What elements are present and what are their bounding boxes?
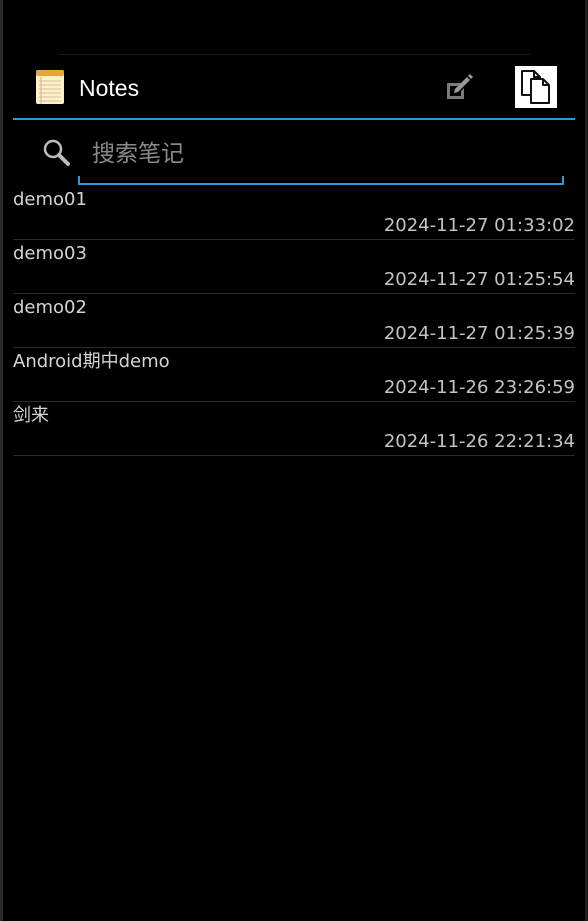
paste-button[interactable] bbox=[515, 66, 557, 108]
paste-icon bbox=[521, 70, 550, 104]
app-title: Notes bbox=[79, 75, 140, 101]
compose-icon bbox=[447, 74, 473, 99]
note-title: demo03 bbox=[13, 243, 87, 264]
note-title: demo02 bbox=[13, 297, 87, 318]
note-timestamp: 2024-11-26 23:26:59 bbox=[383, 377, 575, 398]
search-underline bbox=[78, 183, 564, 185]
compose-button[interactable] bbox=[441, 72, 477, 104]
note-timestamp: 2024-11-27 01:25:54 bbox=[383, 269, 575, 290]
status-divider bbox=[58, 54, 530, 55]
note-title: demo01 bbox=[13, 189, 87, 210]
note-list-item[interactable]: 剑来 2024-11-26 22:21:34 bbox=[13, 402, 575, 456]
note-title: 剑来 bbox=[13, 405, 49, 426]
note-timestamp: 2024-11-27 01:33:02 bbox=[383, 215, 575, 236]
note-list-item[interactable]: demo02 2024-11-27 01:25:39 bbox=[13, 294, 575, 348]
action-bar: Notes bbox=[13, 62, 575, 118]
search-underline-left-tick bbox=[78, 176, 80, 184]
notes-screen: Notes demo01 2024 bbox=[0, 0, 588, 921]
action-bar-divider bbox=[13, 118, 575, 120]
note-list-item[interactable]: demo01 2024-11-27 01:33:02 bbox=[13, 186, 575, 240]
note-list-item[interactable]: demo03 2024-11-27 01:25:54 bbox=[13, 240, 575, 294]
screen-edge-left bbox=[0, 0, 3, 921]
notes-list: demo01 2024-11-27 01:33:02 demo03 2024-1… bbox=[13, 186, 575, 456]
note-title: Android期中demo bbox=[13, 351, 170, 372]
note-timestamp: 2024-11-26 22:21:34 bbox=[383, 431, 575, 452]
notepad-icon bbox=[36, 70, 64, 104]
note-list-item[interactable]: Android期中demo 2024-11-26 23:26:59 bbox=[13, 348, 575, 402]
search-input[interactable] bbox=[80, 134, 560, 174]
search-icon bbox=[42, 138, 72, 168]
note-timestamp: 2024-11-27 01:25:39 bbox=[383, 323, 575, 344]
search-underline-right-tick bbox=[562, 176, 564, 184]
